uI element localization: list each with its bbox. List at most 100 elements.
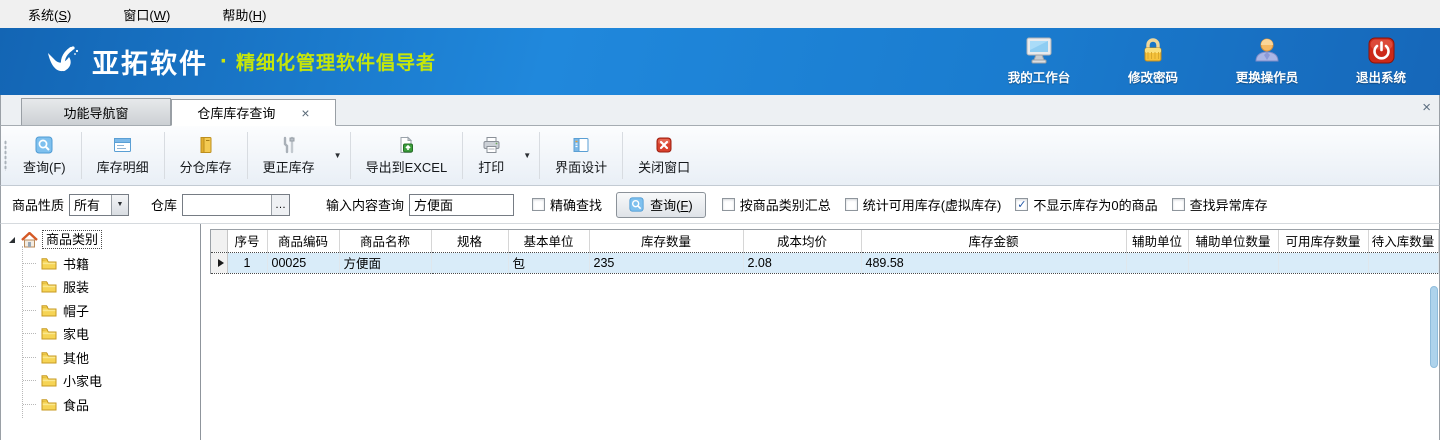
checkbox-box[interactable]: [1172, 198, 1185, 211]
column-header[interactable]: 库存数量: [589, 230, 743, 252]
tree-item-others[interactable]: 其他: [1, 346, 200, 370]
cell-stock-qty[interactable]: 235: [589, 252, 743, 273]
tree-item-small-appliances[interactable]: 小家电: [1, 369, 200, 393]
print-dropdown-icon[interactable]: ▼: [517, 126, 537, 185]
tab-warehouse-inventory-query[interactable]: 仓库库存查询 ×: [171, 99, 336, 126]
correct-stock-button[interactable]: 更正库存: [250, 126, 328, 185]
menu-text: ): [166, 8, 170, 23]
tree-item-books[interactable]: 书籍: [1, 252, 200, 276]
warehouse-field[interactable]: …: [182, 194, 290, 216]
menu-text: 帮助(: [222, 8, 252, 23]
close-window-button[interactable]: 关闭窗口: [625, 126, 703, 185]
column-header[interactable]: 库存金额: [861, 230, 1126, 252]
change-operator-button[interactable]: 更换操作员: [1224, 37, 1310, 86]
ellipsis-lookup-icon[interactable]: …: [271, 195, 289, 215]
cell-base-unit[interactable]: 包: [508, 252, 589, 273]
column-header[interactable]: 辅助单位: [1126, 230, 1188, 252]
print-button[interactable]: 打印: [465, 126, 517, 185]
vertical-scrollbar-thumb[interactable]: [1430, 286, 1438, 368]
cell-spec[interactable]: [431, 252, 508, 273]
checkbox-label: 统计可用库存(虚拟库存): [863, 195, 1002, 214]
product-nature-label: 商品性质: [12, 195, 64, 214]
row-marker-cell: [211, 252, 227, 273]
ui-design-icon: [572, 136, 590, 154]
menu-text: ): [67, 8, 71, 23]
cell-inbound-qty[interactable]: [1368, 252, 1438, 273]
tree-item-food[interactable]: 食品: [1, 393, 200, 417]
column-header[interactable]: 商品名称: [339, 230, 431, 252]
column-header[interactable]: 基本单位: [508, 230, 589, 252]
tree-item-clothing[interactable]: 服装: [1, 275, 200, 299]
cell-seq[interactable]: 1: [227, 252, 267, 273]
chevron-down-icon[interactable]: ▼: [111, 195, 128, 215]
table-row[interactable]: 1 00025 方便面 包 235 2.08 489.58: [211, 252, 1438, 273]
brand-logo: 亚拓软件 · 精细化管理软件倡导者: [40, 41, 436, 83]
column-header[interactable]: 序号: [227, 230, 267, 252]
toolbar-separator: [539, 132, 540, 179]
abnormal-stock-checkbox[interactable]: 查找异常库存: [1172, 195, 1268, 214]
tab-function-navigation[interactable]: 功能导航窗: [21, 98, 171, 125]
column-header[interactable]: 规格: [431, 230, 508, 252]
cell-aux-unit[interactable]: [1126, 252, 1188, 273]
menu-help[interactable]: 帮助(H): [222, 5, 266, 24]
column-header[interactable]: 待入库数量: [1368, 230, 1438, 252]
cell-product-code[interactable]: 00025: [267, 252, 339, 273]
toolbar-separator: [164, 132, 165, 179]
tree-item-label: 小家电: [63, 371, 102, 390]
cell-available-qty[interactable]: [1278, 252, 1368, 273]
tree-root-label[interactable]: 商品类别: [42, 230, 102, 249]
tree-item-appliances[interactable]: 家电: [1, 322, 200, 346]
toolbar-grip[interactable]: [1, 126, 10, 185]
checkbox-box-checked[interactable]: ✓: [1015, 198, 1028, 211]
cell-product-name[interactable]: 方便面: [339, 252, 431, 273]
cell-stock-amount[interactable]: 489.58: [861, 252, 1126, 273]
menu-window[interactable]: 窗口(W): [123, 5, 170, 24]
menu-hotkey: S: [58, 8, 67, 23]
change-password-button[interactable]: 修改密码: [1110, 37, 1196, 86]
cell-avg-cost[interactable]: 2.08: [743, 252, 861, 273]
toolbar-button-label: 导出到EXCEL: [366, 157, 448, 176]
tree-root-category[interactable]: 商品类别: [1, 228, 200, 252]
column-header[interactable]: 商品编码: [267, 230, 339, 252]
checkbox-box[interactable]: [845, 198, 858, 211]
folder-icon: [41, 304, 57, 317]
grid-header-row: 序号 商品编码 商品名称 规格 基本单位 库存数量 成本均价 库存金额 辅助单位…: [211, 230, 1438, 252]
column-header[interactable]: 可用库存数量: [1278, 230, 1368, 252]
tree-item-label: 食品: [63, 395, 89, 414]
checkbox-box[interactable]: [722, 198, 735, 211]
checkbox-box[interactable]: [532, 198, 545, 211]
menu-system[interactable]: 系统(S): [28, 5, 71, 24]
warehouse-stock-button[interactable]: 分仓库存: [167, 126, 245, 185]
column-header[interactable]: 成本均价: [743, 230, 861, 252]
search-icon: [35, 136, 53, 154]
tabgroup-close-icon[interactable]: ×: [1422, 99, 1431, 116]
warehouse-input[interactable]: [183, 195, 271, 215]
grid-marker-header: [211, 230, 227, 252]
tree-item-hats[interactable]: 帽子: [1, 299, 200, 323]
tree-expander-icon[interactable]: [7, 235, 17, 245]
stock-detail-button[interactable]: 库存明细: [84, 126, 162, 185]
search-content-field[interactable]: [409, 194, 514, 216]
correct-stock-dropdown-icon[interactable]: ▼: [328, 126, 348, 185]
hide-zero-stock-checkbox[interactable]: ✓ 不显示库存为0的商品: [1015, 195, 1157, 214]
cell-aux-unit-qty[interactable]: [1188, 252, 1278, 273]
tab-close-icon[interactable]: ×: [301, 106, 309, 120]
tree-item-label: 帽子: [63, 301, 89, 320]
toolbar-separator: [462, 132, 463, 179]
virtual-stock-checkbox[interactable]: 统计可用库存(虚拟库存): [845, 195, 1002, 214]
folder-icon: [41, 280, 57, 293]
ui-design-button[interactable]: 界面设计: [542, 126, 620, 185]
toolbar: 查询(F) 库存明细 分仓库存 更正库存 ▼: [0, 126, 1440, 186]
checkbox-label: 按商品类别汇总: [740, 195, 831, 214]
filter-query-button[interactable]: 查询(F): [616, 192, 706, 218]
group-by-category-checkbox[interactable]: 按商品类别汇总: [722, 195, 831, 214]
search-content-input[interactable]: [410, 195, 513, 215]
query-button[interactable]: 查询(F): [10, 126, 79, 185]
my-workbench-button[interactable]: 我的工作台: [996, 37, 1082, 86]
toolbar-button-label: 查询(F): [23, 157, 66, 176]
exact-search-checkbox[interactable]: 精确查找: [532, 195, 602, 214]
exit-system-button[interactable]: 退出系统: [1338, 37, 1424, 86]
column-header[interactable]: 辅助单位数量: [1188, 230, 1278, 252]
export-excel-button[interactable]: 导出到EXCEL: [353, 126, 461, 185]
product-nature-select[interactable]: 所有 ▼: [69, 194, 129, 216]
